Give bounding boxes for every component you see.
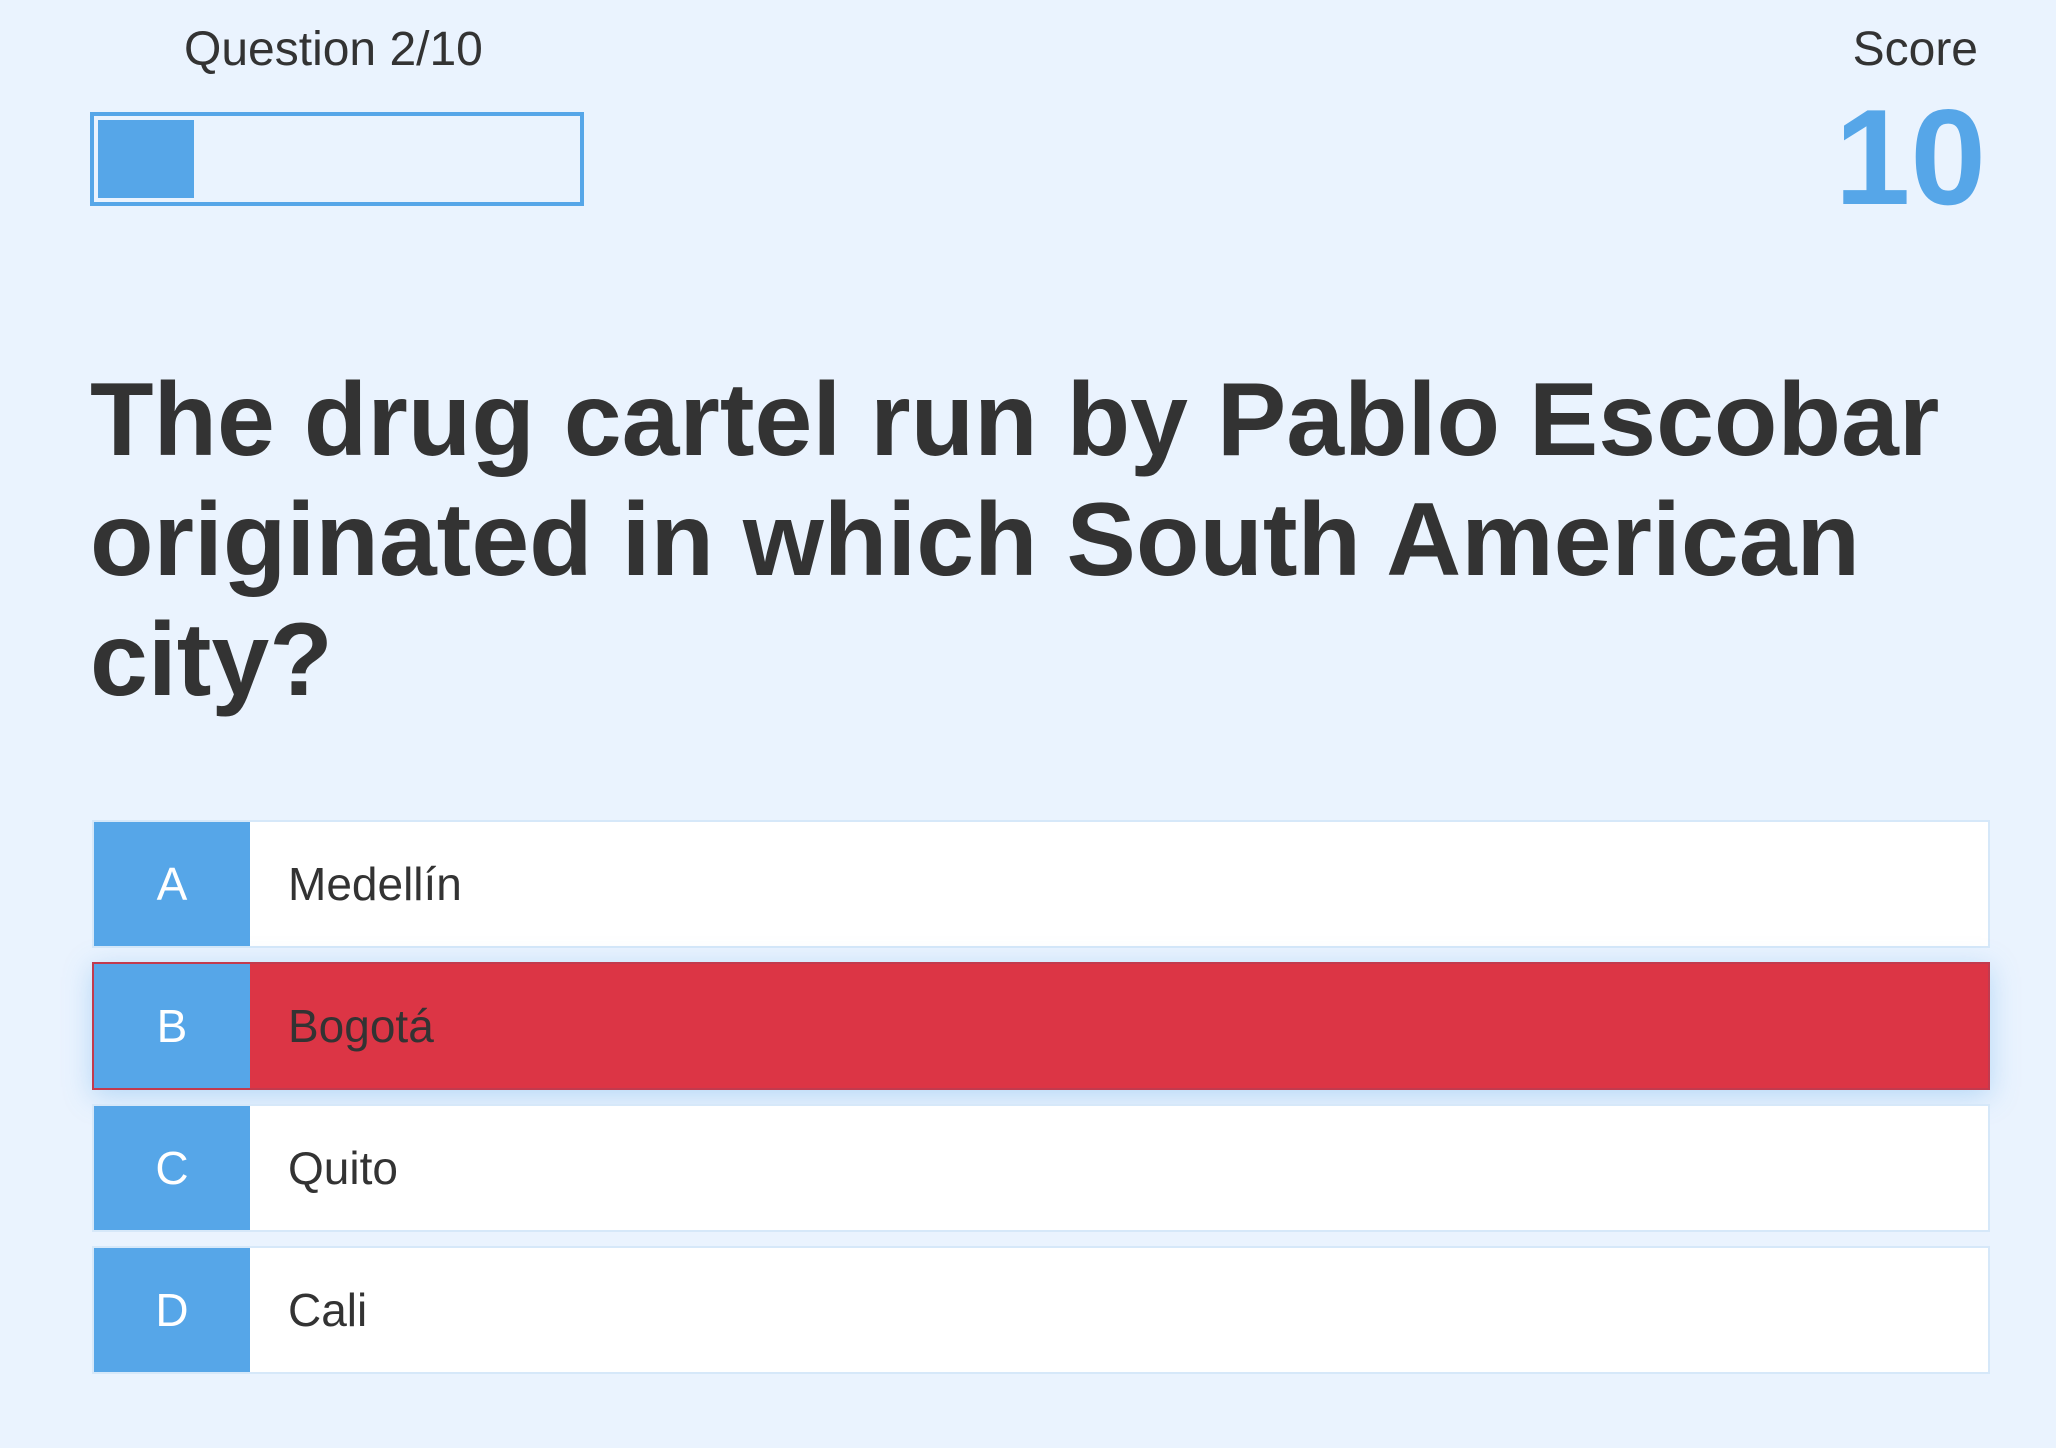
question-text: The drug cartel run by Pablo Escobar ori… [90,362,1940,718]
option-text: Quito [288,1142,398,1194]
answer-options: A Medellín B Bogotá C Quito D Cali [92,820,1990,1374]
question-counter: Question 2/10 [184,23,483,76]
score-value: 10 [1834,81,1986,233]
option-letter: B [94,964,250,1088]
score-label: Score [1852,23,1978,76]
option-letter: C [94,1106,250,1230]
progress-fill [98,120,194,198]
progress-bar [90,112,584,206]
option-text: Bogotá [288,1000,434,1052]
option-text: Cali [288,1284,368,1336]
option-text: Medellín [288,858,462,910]
option-b[interactable]: B Bogotá [92,962,1990,1090]
option-c[interactable]: C Quito [92,1104,1990,1232]
option-a[interactable]: A Medellín [92,820,1990,948]
option-letter: D [94,1248,250,1372]
option-letter: A [94,822,250,946]
quiz-header: Question 2/10 Score 10 [0,0,2056,260]
option-d[interactable]: D Cali [92,1246,1990,1374]
